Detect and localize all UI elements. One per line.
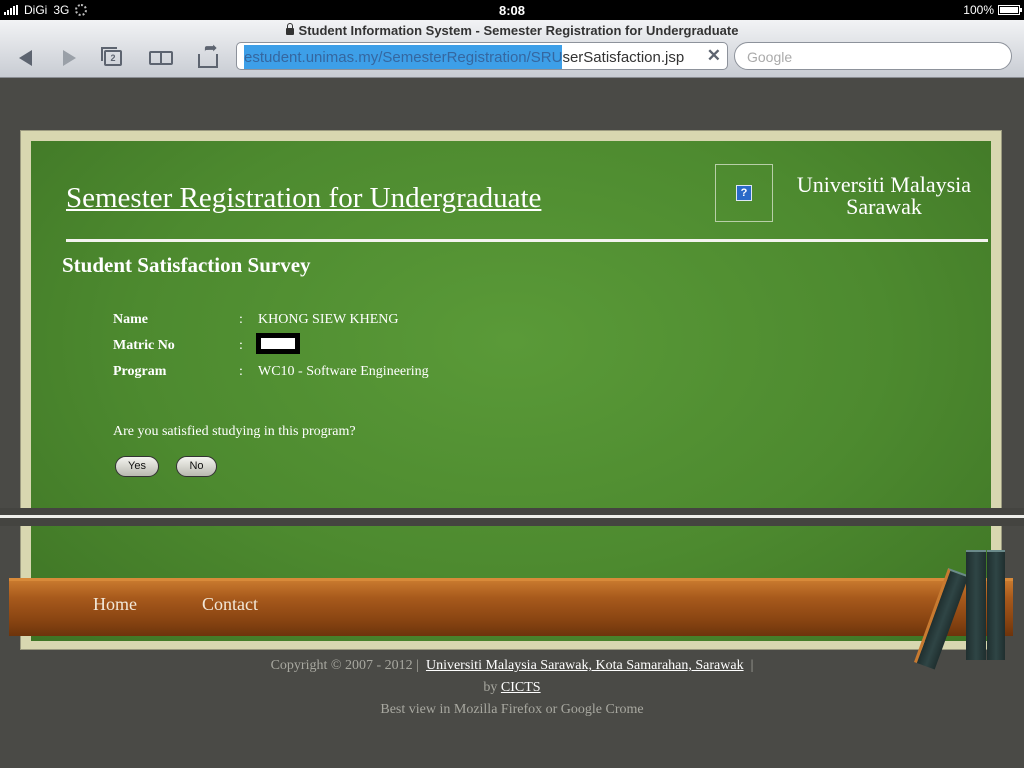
browser-page-title: Student Information System - Semester Re… [0, 23, 1024, 38]
matric-label: Matric No [113, 338, 175, 353]
page-split-band [0, 508, 1024, 526]
university-link[interactable]: Universiti Malaysia Sarawak, Kota Samara… [426, 658, 744, 673]
tabs-icon: 2 [101, 47, 122, 66]
url-text: serSatisfaction.jsp [562, 49, 685, 66]
web-page: Semester Registration for Undergraduate … [0, 78, 1024, 768]
copyright-text: Copyright © 2007 - 2012 | [270, 658, 419, 673]
back-arrow-icon [18, 50, 32, 66]
forward-arrow-icon [62, 50, 76, 66]
best-view-note: Best view in Mozilla Firefox or Google C… [380, 702, 644, 717]
book-decoration-icon [987, 550, 1005, 660]
back-button[interactable] [10, 44, 40, 72]
bookmarks-icon [149, 51, 173, 65]
wooden-shelf [9, 578, 1013, 636]
lock-icon [285, 23, 294, 35]
home-link[interactable]: Home [93, 594, 137, 615]
no-button[interactable]: No [176, 456, 217, 477]
share-button[interactable] [193, 38, 223, 72]
cicts-link[interactable]: CICTS [501, 680, 541, 695]
footer-separator: | [750, 658, 754, 673]
survey-heading: Student Satisfaction Survey [62, 253, 311, 277]
clear-url-icon[interactable]: ✕ [707, 46, 721, 66]
browser-toolbar: Student Information System - Semester Re… [0, 20, 1024, 78]
name-label: Name [113, 312, 148, 327]
battery-percent: 100% [963, 3, 994, 17]
satisfaction-question: Are you satisfied studying in this progr… [113, 424, 356, 439]
yes-button[interactable]: Yes [115, 456, 159, 477]
share-icon [198, 38, 218, 68]
forward-button[interactable] [54, 44, 84, 72]
url-selected-text: estudent.unimas.my/SemesterRegistration/… [244, 45, 563, 69]
bookmarks-button[interactable] [146, 44, 176, 72]
program-colon: : [239, 364, 243, 379]
program-label: Program [113, 364, 167, 379]
program-value: WC10 - Software Engineering [258, 364, 429, 379]
page-title[interactable]: Semester Registration for Undergraduate [66, 182, 541, 215]
clock: 8:08 [498, 3, 526, 18]
footer-copyright: Copyright © 2007 - 2012 | Universiti Mal… [0, 658, 1024, 674]
by-text: by [483, 680, 498, 695]
matric-colon: : [239, 338, 243, 353]
book-decoration-icon [966, 550, 986, 660]
matric-redacted-value [256, 333, 300, 354]
header-divider [66, 239, 988, 242]
browser-page-title-text: Student Information System - Semester Re… [298, 23, 739, 38]
name-value: KHONG SIEW KHENG [258, 312, 399, 327]
search-input[interactable]: Google [734, 42, 1012, 70]
footer-credit: by CICTS [0, 680, 1024, 696]
university-logo: ? [715, 164, 773, 222]
name-colon: : [239, 312, 243, 327]
tabs-button[interactable]: 2 [98, 44, 128, 72]
contact-link[interactable]: Contact [202, 594, 258, 615]
status-bar: DiGi 3G 8:08 100% [0, 0, 1024, 20]
missing-image-icon: ? [736, 185, 752, 201]
university-name-line1: Universiti Malaysia [796, 172, 972, 197]
university-name-line2: Sarawak [846, 194, 922, 219]
address-bar[interactable]: estudent.unimas.my/SemesterRegistration/… [236, 42, 728, 70]
university-name: Universiti Malaysia Sarawak [784, 174, 984, 218]
battery-icon [998, 5, 1022, 15]
